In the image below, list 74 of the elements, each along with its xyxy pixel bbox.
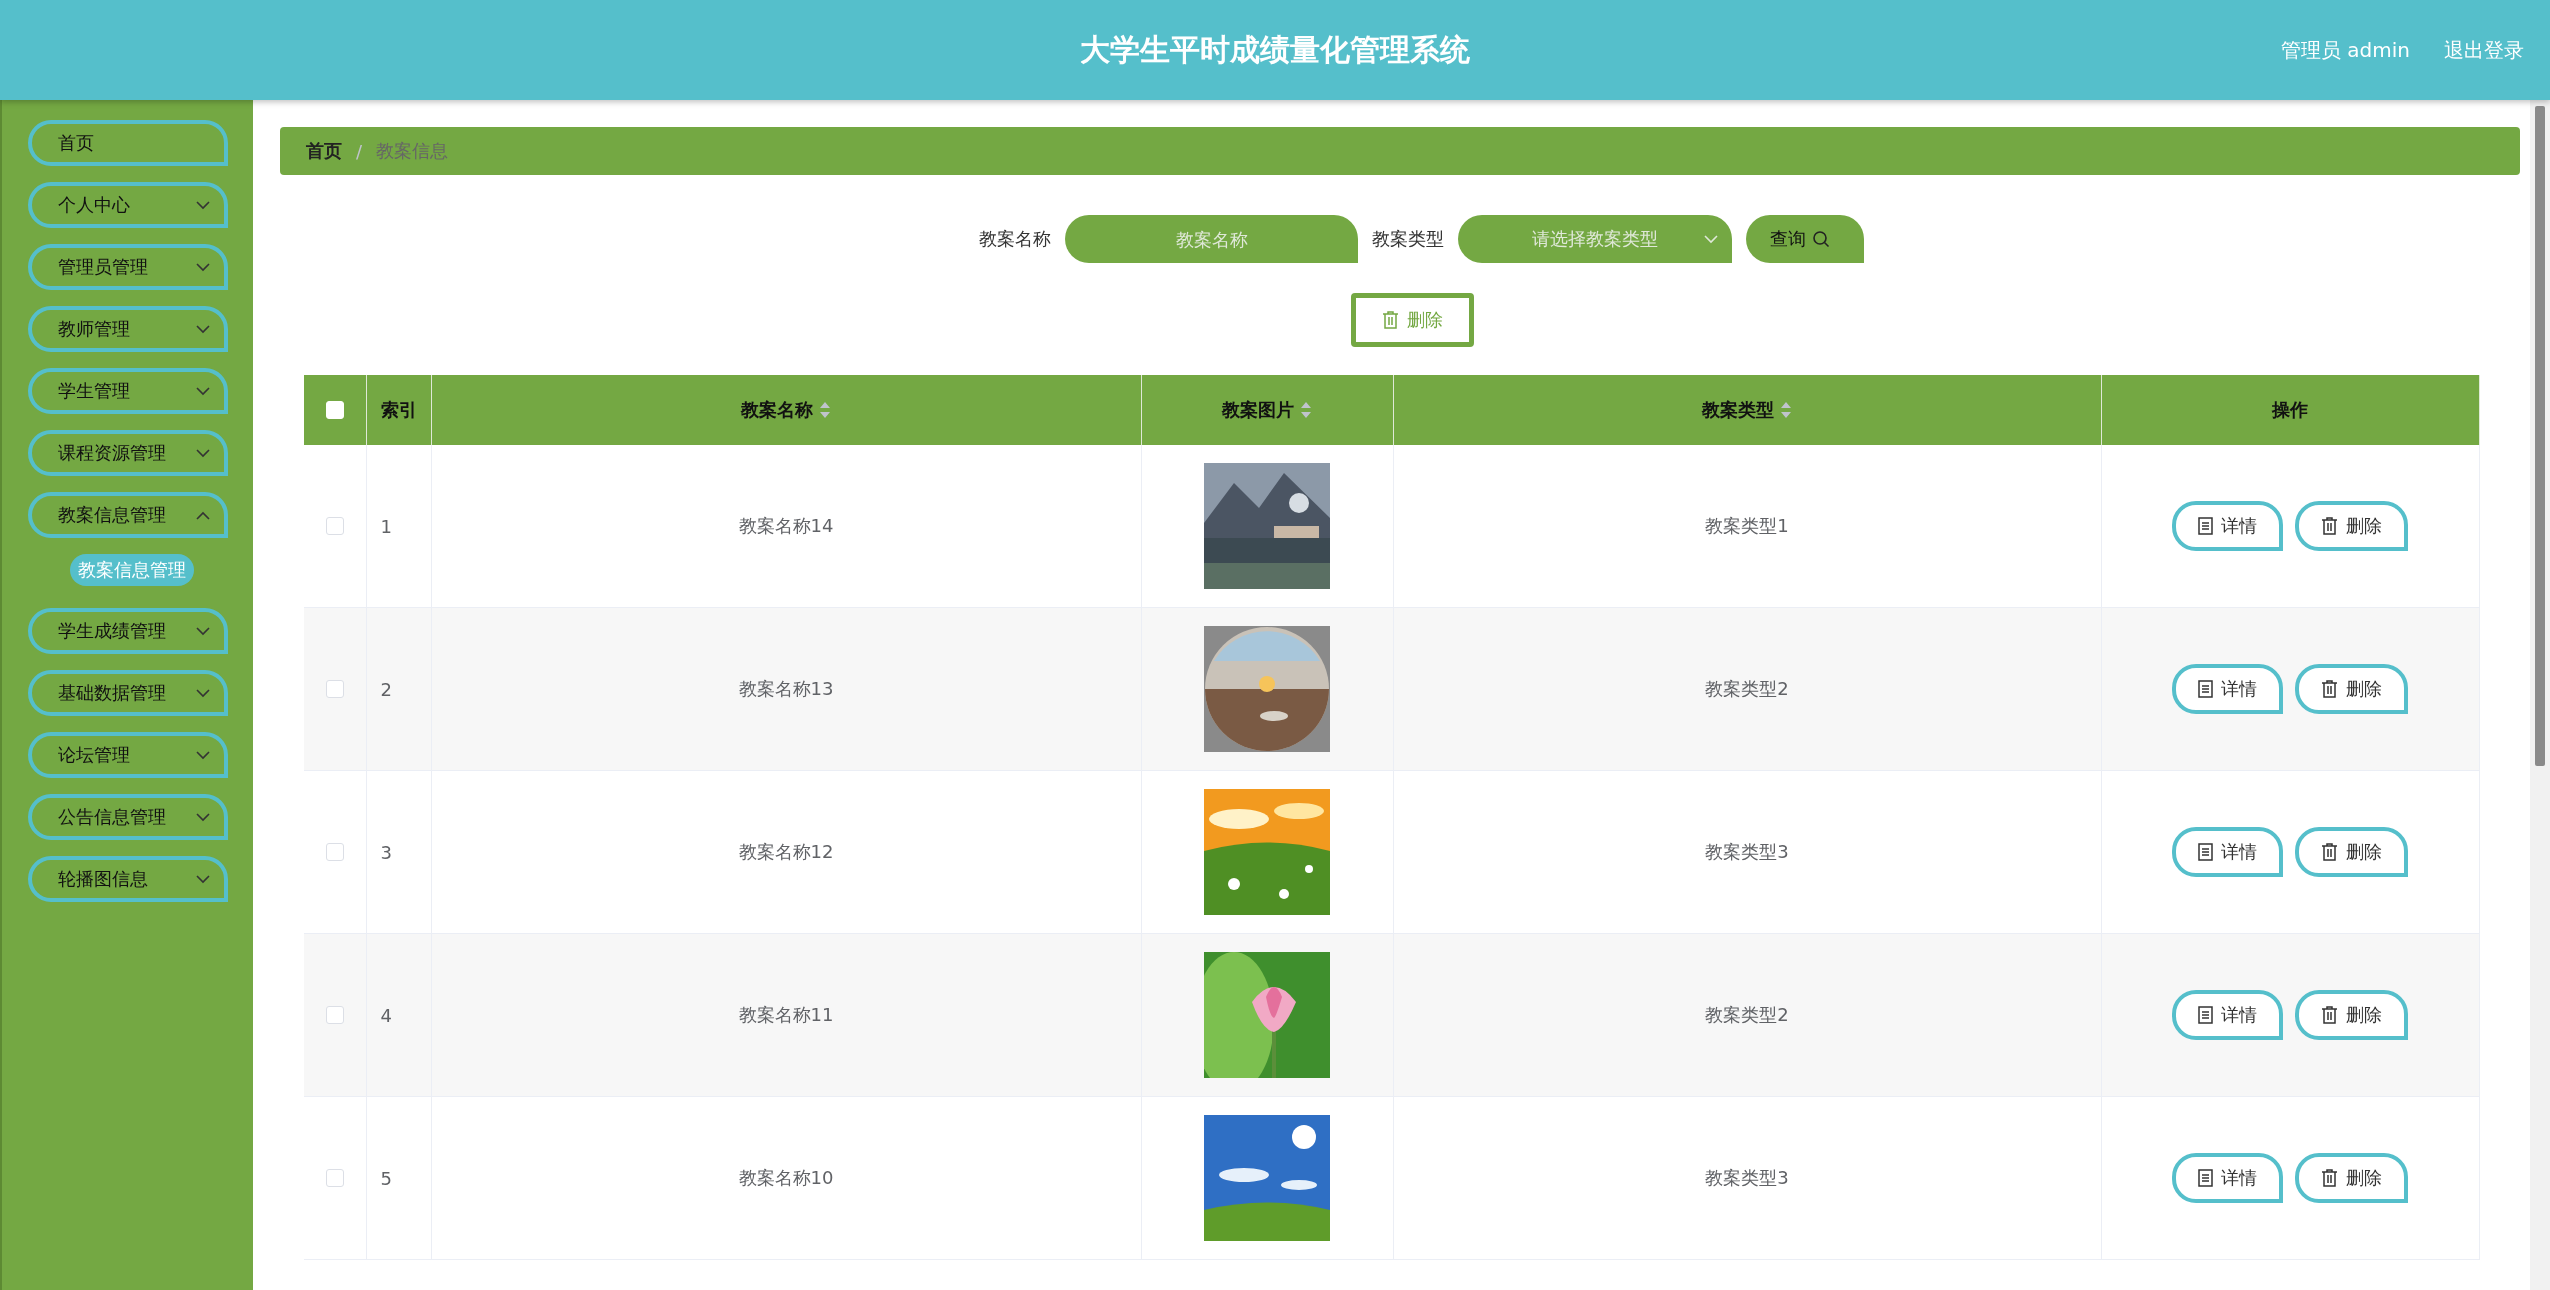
sidebar-item[interactable]: 轮播图信息	[28, 856, 228, 902]
field-label: 教案名称	[979, 227, 1051, 251]
document-icon	[2198, 680, 2213, 698]
sort-icon[interactable]	[1780, 401, 1792, 419]
details-button[interactable]: 详情	[2172, 664, 2283, 714]
column-header[interactable]: 教案类型	[1702, 398, 1774, 422]
delete-button[interactable]: 删除	[2295, 827, 2408, 877]
name-cell: 教案名称10	[738, 1167, 834, 1188]
column-header[interactable]: 教案图片	[1222, 398, 1294, 422]
sidebar-item[interactable]: 教师管理	[28, 306, 228, 352]
document-icon	[2198, 1006, 2213, 1024]
breadcrumb-separator: /	[356, 140, 363, 162]
trash-icon	[2321, 1169, 2338, 1187]
column-header: 操作	[2272, 398, 2308, 422]
trash-icon	[2321, 680, 2338, 698]
search-button[interactable]: 查询	[1746, 215, 1864, 263]
type-cell: 教案类型3	[1705, 841, 1789, 862]
details-button[interactable]: 详情	[2172, 990, 2283, 1040]
row-checkbox[interactable]	[325, 1169, 344, 1187]
trash-icon	[2321, 517, 2338, 535]
index-cell: 4	[380, 1004, 392, 1026]
breadcrumb-current: 教案信息	[376, 139, 449, 163]
name-cell: 教案名称11	[738, 1004, 834, 1025]
document-icon	[2198, 1169, 2213, 1187]
sidebar-item[interactable]: 公告信息管理	[28, 794, 228, 840]
index-cell: 2	[380, 678, 392, 700]
sidebar-item[interactable]: 课程资源管理	[28, 430, 228, 476]
delete-button[interactable]: 删除	[2295, 1153, 2408, 1203]
user-label: 管理员 admin	[2280, 36, 2410, 64]
column-header: 索引	[380, 398, 417, 422]
sidebar-item[interactable]: 学生管理	[28, 368, 228, 414]
trash-icon	[2321, 843, 2338, 861]
details-button[interactable]: 详情	[2172, 827, 2283, 877]
app-title: 大学生平时成绩量化管理系统	[1080, 30, 1470, 69]
search-icon	[1812, 230, 1830, 248]
type-cell: 教案类型1	[1705, 515, 1789, 536]
name-cell: 教案名称13	[738, 678, 834, 699]
search-field[interactable]: 教案名称	[1065, 215, 1358, 263]
sidebar-item[interactable]: 管理员管理	[28, 244, 228, 290]
details-button[interactable]: 详情	[2172, 1153, 2283, 1203]
trash-icon	[1381, 311, 1399, 329]
document-icon	[2198, 517, 2213, 535]
row-checkbox[interactable]	[325, 680, 344, 698]
scrollbar-thumb[interactable]	[2535, 106, 2545, 766]
trash-icon	[2321, 1006, 2338, 1024]
type-cell: 教案类型2	[1705, 678, 1789, 699]
sidebar-item[interactable]: 首页	[28, 120, 228, 166]
index-cell: 1	[380, 515, 392, 537]
row-checkbox[interactable]	[325, 1006, 344, 1024]
delete-button[interactable]: 删除	[2295, 501, 2408, 551]
sidebar-item[interactable]: 个人中心	[28, 182, 228, 228]
field-label: 教案类型	[1372, 227, 1444, 251]
sidebar-item[interactable]: 基础数据管理	[28, 670, 228, 716]
sort-icon[interactable]	[819, 401, 831, 419]
index-cell: 3	[380, 841, 392, 863]
select-all-checkbox[interactable]	[325, 401, 344, 419]
sort-icon[interactable]	[1300, 401, 1312, 419]
type-cell: 教案类型2	[1705, 1004, 1789, 1025]
column-header[interactable]: 教案名称	[741, 398, 813, 422]
sidebar-item[interactable]: 教案信息管理	[28, 492, 228, 538]
name-cell: 教案名称14	[738, 515, 834, 536]
sidebar-item[interactable]: 学生成绩管理	[28, 608, 228, 654]
document-icon	[2198, 843, 2213, 861]
row-checkbox[interactable]	[325, 843, 344, 861]
row-checkbox[interactable]	[325, 517, 344, 535]
details-button[interactable]: 详情	[2172, 501, 2283, 551]
sidebar-item[interactable]: 论坛管理	[28, 732, 228, 778]
delete-button[interactable]: 删除	[2295, 664, 2408, 714]
delete-button[interactable]: 删除	[2295, 990, 2408, 1040]
chevron-down-icon	[1704, 234, 1718, 244]
breadcrumb-link[interactable]: 首页	[306, 139, 342, 163]
name-cell: 教案名称12	[738, 841, 834, 862]
type-cell: 教案类型3	[1705, 1167, 1789, 1188]
index-cell: 5	[380, 1167, 392, 1189]
